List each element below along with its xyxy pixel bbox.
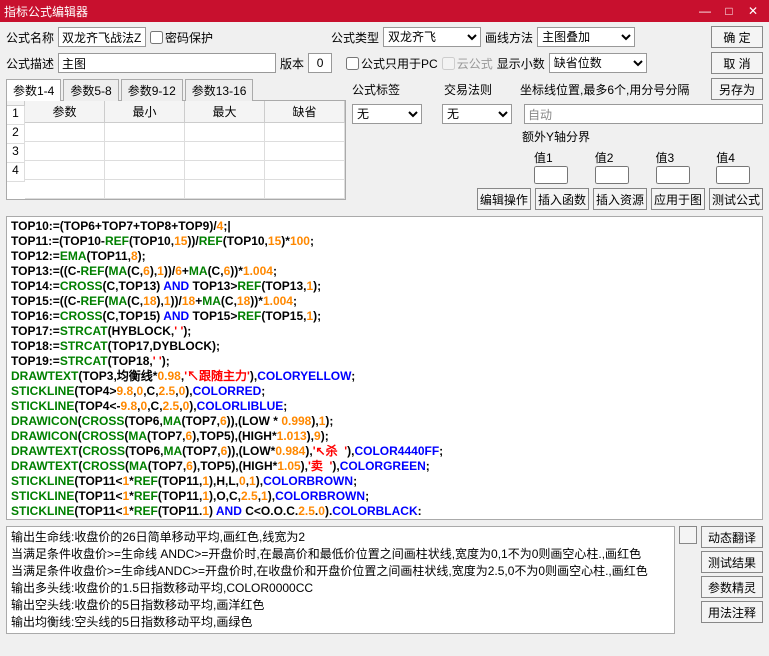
window-title: 指标公式编辑器 (4, 3, 693, 20)
version-input[interactable] (308, 53, 332, 73)
label-formula-name: 公式名称 (6, 29, 54, 46)
trade-rule-select[interactable]: 无 (442, 104, 512, 124)
tab-params-13-16[interactable]: 参数13-16 (185, 79, 254, 101)
row-num: 4 (7, 163, 25, 182)
param-cell[interactable] (25, 142, 105, 161)
output-box[interactable]: 输出生命线:收盘价的26日简单移动平均,画红色,线宽为2当满足条件收盘价>=生命… (6, 526, 675, 634)
label-version: 版本 (280, 55, 304, 72)
minimize-icon[interactable]: — (693, 4, 717, 18)
formula-desc-input[interactable] (58, 53, 276, 73)
param-cell[interactable] (185, 123, 265, 142)
insert-fn-button[interactable]: 插入函数 (535, 188, 589, 210)
cancel-button[interactable]: 取 消 (711, 52, 763, 74)
coord-input[interactable] (524, 104, 763, 124)
usage-note-button[interactable]: 用法注释 (701, 601, 763, 623)
row-num: 3 (7, 144, 25, 163)
formula-name-input[interactable] (58, 27, 146, 47)
titlebar: 指标公式编辑器 — □ ✕ (0, 0, 769, 22)
row-num: 1 (7, 106, 25, 125)
param-cell[interactable] (265, 142, 345, 161)
label-coord: 坐标线位置,最多6个,用分号分隔 (520, 81, 689, 98)
tag-select[interactable]: 无 (352, 104, 422, 124)
test-result-button[interactable]: 测试结果 (701, 551, 763, 573)
label-formula-type: 公式类型 (331, 29, 379, 46)
val4-input[interactable] (716, 166, 750, 184)
param-wizard-button[interactable]: 参数精灵 (701, 576, 763, 598)
param-cell[interactable] (25, 161, 105, 180)
insert-res-button[interactable]: 插入资源 (593, 188, 647, 210)
decimal-select[interactable]: 缺省位数 (549, 53, 647, 73)
dynamic-translate-button[interactable]: 动态翻译 (701, 526, 763, 548)
pc-only-checkbox[interactable]: 公式只用于PC (346, 55, 438, 72)
param-cell[interactable] (105, 142, 185, 161)
label-yaxis: 额外Y轴分界 (522, 128, 590, 145)
maximize-icon[interactable]: □ (717, 4, 741, 18)
code-editor[interactable]: TOP10:=(TOP6+TOP7+TOP8+TOP9)/4;|TOP11:=(… (6, 216, 763, 520)
param-grid: 1 2 3 4 参数 最小 最大 缺省 (6, 100, 346, 200)
test-formula-button[interactable]: 测试公式 (709, 188, 763, 210)
param-cell[interactable] (265, 180, 345, 199)
label-draw-method: 画线方法 (485, 29, 533, 46)
ok-button[interactable]: 确 定 (711, 26, 763, 48)
val1-input[interactable] (534, 166, 568, 184)
cloud-checkbox: 云公式 (442, 55, 493, 72)
tab-params-9-12[interactable]: 参数9-12 (121, 79, 183, 101)
val2-input[interactable] (595, 166, 629, 184)
val3-input[interactable] (656, 166, 690, 184)
param-cell[interactable] (25, 123, 105, 142)
param-cell[interactable] (105, 161, 185, 180)
label-formula-desc: 公式描述 (6, 55, 54, 72)
apply-chart-button[interactable]: 应用于图 (651, 188, 705, 210)
row-num: 2 (7, 125, 25, 144)
param-cell[interactable] (105, 180, 185, 199)
param-cell[interactable] (185, 142, 265, 161)
label-decimal: 显示小数 (497, 55, 545, 72)
label-tag: 公式标签 (352, 81, 400, 98)
param-cell[interactable] (185, 180, 265, 199)
param-cell[interactable] (265, 123, 345, 142)
password-protect-checkbox[interactable]: 密码保护 (150, 29, 213, 46)
draw-method-select[interactable]: 主图叠加 (537, 27, 635, 47)
tab-params-5-8[interactable]: 参数5-8 (63, 79, 118, 101)
saveas-button[interactable]: 另存为 (711, 78, 763, 100)
formula-type-select[interactable]: 双龙齐飞 (383, 27, 481, 47)
tab-params-1-4[interactable]: 参数1-4 (6, 79, 61, 101)
close-icon[interactable]: ✕ (741, 4, 765, 18)
expand-icon[interactable] (679, 526, 697, 544)
param-cell[interactable] (185, 161, 265, 180)
label-trade-rule: 交易法则 (444, 81, 492, 98)
edit-op-button[interactable]: 编辑操作 (477, 188, 531, 210)
param-area: 参数1-4 参数5-8 参数9-12 参数13-16 1 2 3 4 参数 最小… (6, 78, 346, 210)
param-cell[interactable] (25, 180, 105, 199)
param-cell[interactable] (105, 123, 185, 142)
param-cell[interactable] (265, 161, 345, 180)
